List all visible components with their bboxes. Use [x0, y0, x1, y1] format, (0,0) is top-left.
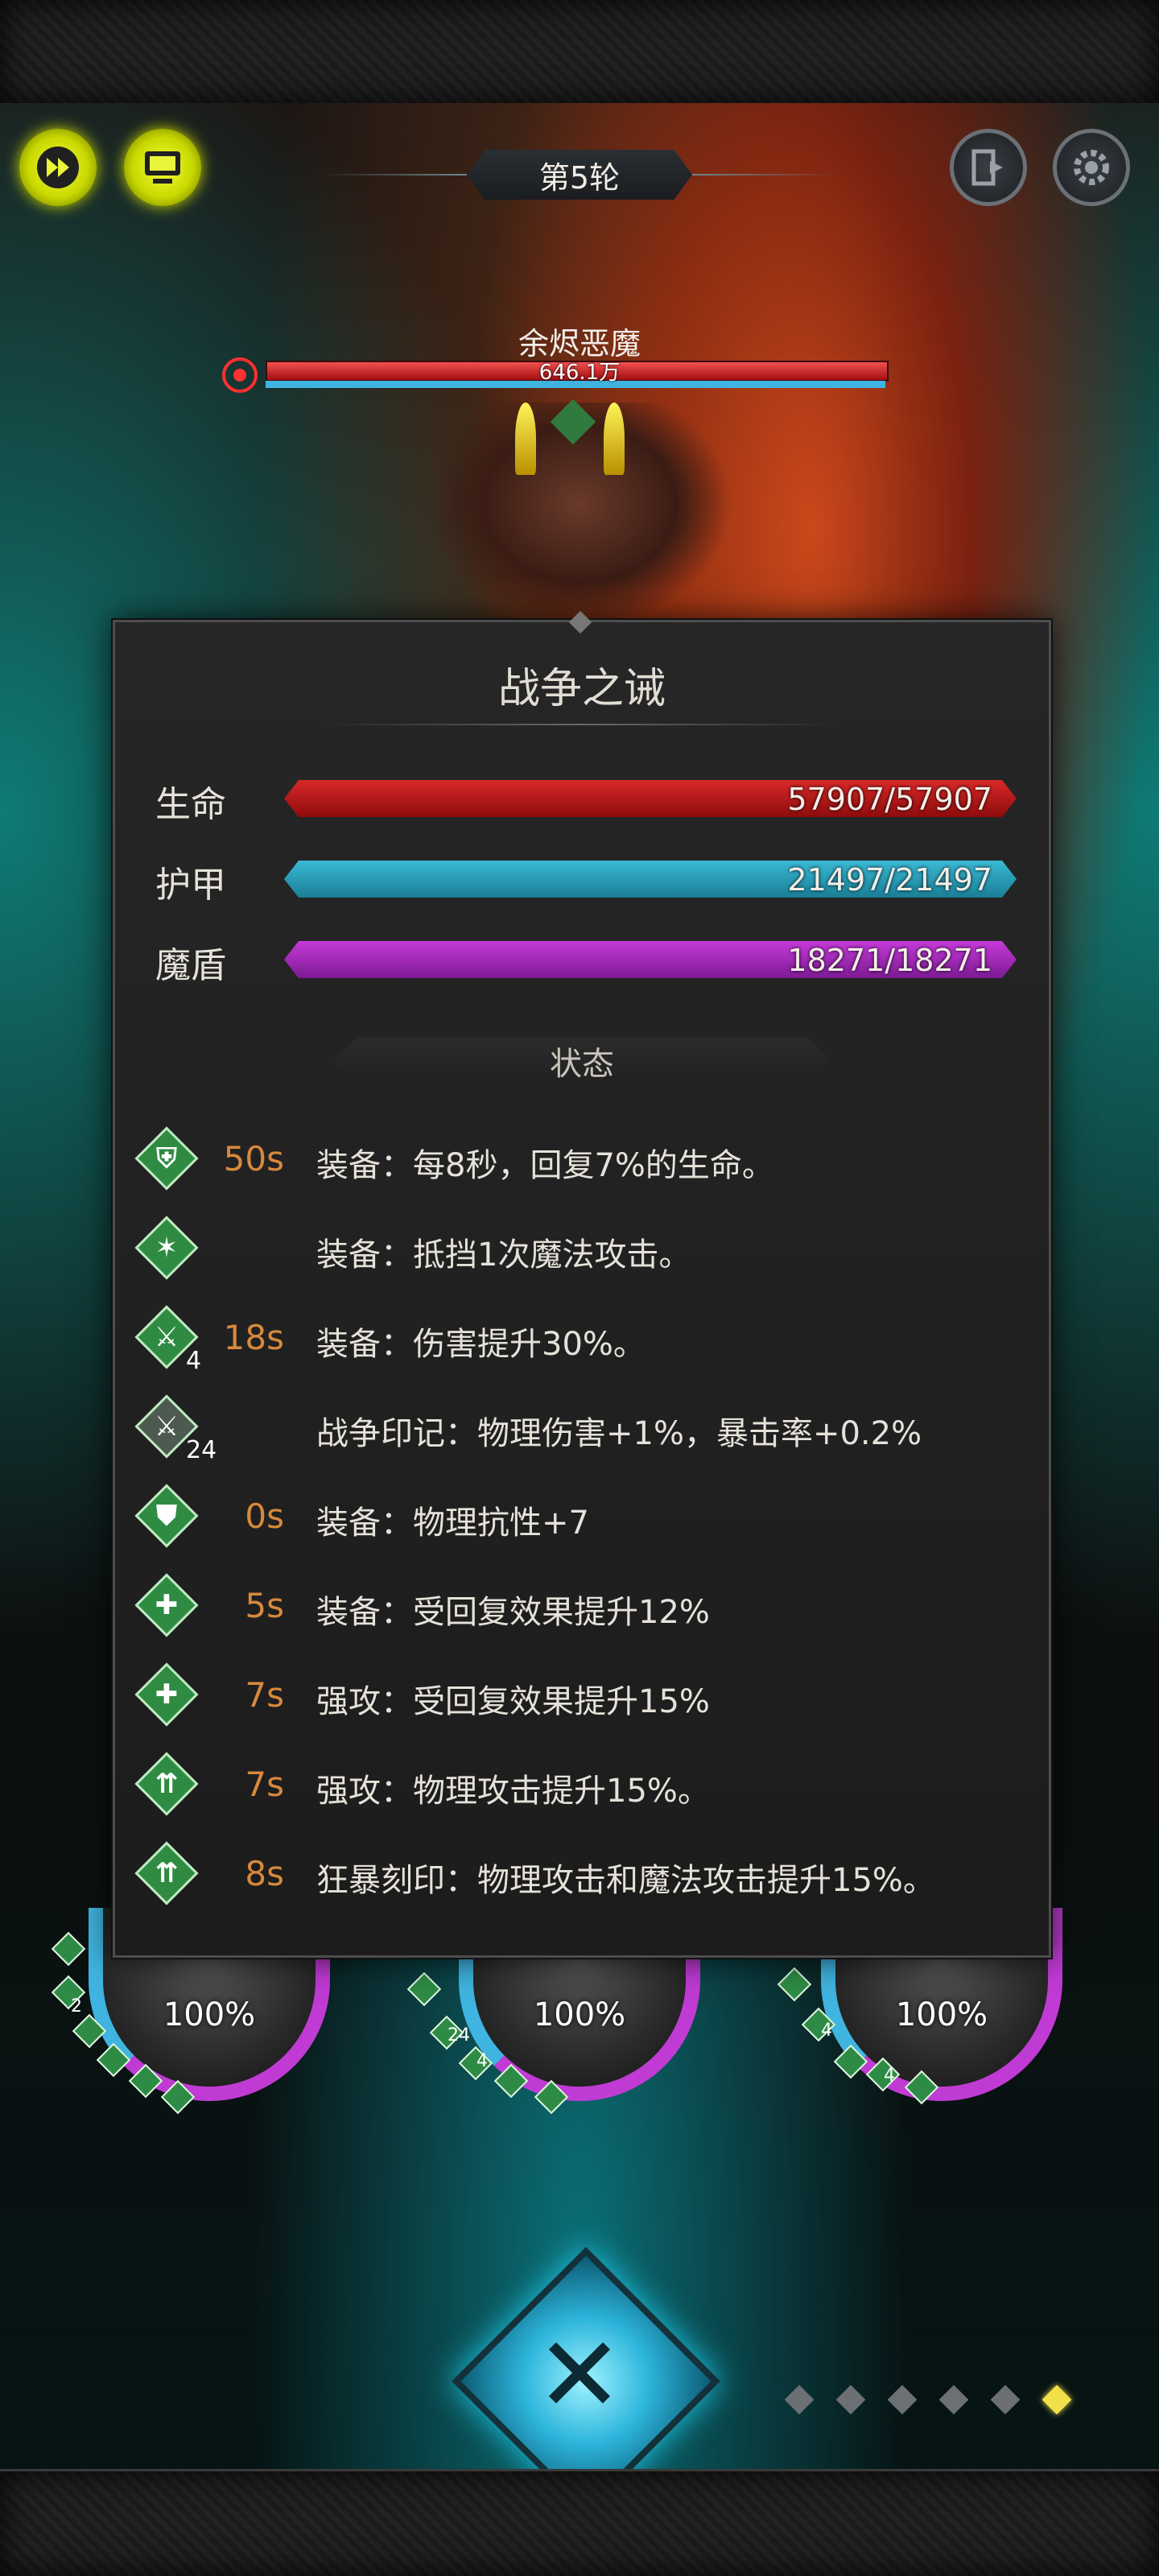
- round-label: 第5轮: [538, 159, 621, 196]
- page-dot-active[interactable]: [1041, 2384, 1072, 2415]
- hero-percent: 100%: [163, 1996, 256, 2033]
- status-stack: 24: [186, 1436, 217, 1464]
- shield-heal-glyph: ⛨: [156, 1142, 177, 1174]
- status-header-label: 状态: [550, 1046, 614, 1083]
- page-dot[interactable]: [784, 2384, 815, 2415]
- status-row[interactable]: ⇈ 8s 狂暴刻印：物理攻击和魔法攻击提升15%。: [115, 1841, 1049, 1909]
- status-row[interactable]: ⇈ 7s 强攻：物理攻击提升15%。: [115, 1752, 1049, 1819]
- title-divider: [324, 724, 839, 725]
- hero-buff-count: 2: [71, 1996, 82, 2017]
- status-row[interactable]: ⚔ 4 18s 装备：伤害提升30%。: [115, 1305, 1049, 1375]
- magic-shield-label: 魔盾: [155, 945, 226, 986]
- hp-value: 57907/57907: [787, 782, 992, 817]
- unit-detail-modal: 战争之诫 生命 57907/57907 护甲 21497/21497 魔盾 18…: [113, 610, 1051, 1958]
- page-dot[interactable]: [990, 2384, 1021, 2415]
- status-text: 装备：抵挡1次魔法攻击。: [316, 1236, 691, 1274]
- status-row[interactable]: ✚ 5s 装备：受回复效果提升12%: [115, 1573, 1049, 1641]
- hero-buff-count: 4: [884, 2066, 895, 2086]
- status-header: 状态: [332, 1037, 831, 1085]
- status-stack: 4: [186, 1347, 202, 1375]
- status-timer: 18s: [223, 1318, 284, 1357]
- horn-left: [515, 402, 536, 475]
- gear-icon: [1074, 150, 1109, 185]
- status-row[interactable]: ✶ 装备：抵挡1次魔法攻击。: [115, 1216, 1049, 1283]
- hp-bar: 57907/57907: [284, 780, 1017, 817]
- damage-up-glyph: ⚔: [154, 1321, 179, 1353]
- modal-title: 战争之诫: [497, 665, 666, 713]
- fast-forward-icon: [37, 147, 79, 188]
- status-text: 装备：受回复效果提升12%: [316, 1594, 710, 1631]
- status-timer: 5s: [245, 1586, 284, 1625]
- fast-forward-button[interactable]: [19, 129, 97, 206]
- hero-buff-count: 24: [448, 2025, 470, 2046]
- armor-label: 护甲: [155, 865, 226, 906]
- ribbon-line-left: [322, 174, 467, 175]
- bottom-border: [0, 2469, 1159, 2576]
- boss-hp-text: 646.1万: [538, 361, 621, 385]
- status-timer: 7s: [245, 1675, 284, 1715]
- heal-up-glyph: ✚: [155, 1678, 179, 1711]
- war-mark-glyph: ⚔: [154, 1410, 179, 1443]
- magic-shield-bar: 18271/18271: [284, 941, 1017, 978]
- armor-bar: 21497/21497: [284, 861, 1017, 898]
- status-text: 装备：物理抗性+7: [316, 1505, 589, 1542]
- status-text: 战争印记：物理伤害+1%，暴击率+0.2%: [316, 1415, 922, 1452]
- round-indicator: 第5轮: [467, 150, 692, 200]
- hp-label: 生命: [155, 784, 226, 825]
- auto-battle-button[interactable]: [124, 129, 201, 206]
- status-timer: 8s: [245, 1854, 284, 1893]
- page-indicator: [784, 2384, 1072, 2415]
- status-timer: 7s: [245, 1765, 284, 1804]
- page-dot[interactable]: [887, 2384, 918, 2415]
- top-border: [0, 0, 1159, 105]
- hero-buff-count: 4: [821, 2021, 832, 2041]
- status-row[interactable]: ⛨ 50s 装备：每8秒，回复7%的生命。: [115, 1126, 1049, 1194]
- exit-button[interactable]: [950, 129, 1027, 206]
- magic-block-glyph: ✶: [155, 1232, 179, 1264]
- status-text: 狂暴刻印：物理攻击和魔法攻击提升15%。: [316, 1862, 935, 1899]
- page-dot[interactable]: [938, 2384, 969, 2415]
- heal-up-glyph: ✚: [155, 1589, 179, 1621]
- ribbon-line-right: [692, 174, 837, 175]
- status-timer: 50s: [223, 1139, 284, 1179]
- settings-button[interactable]: [1053, 129, 1130, 206]
- exit-door-icon: [971, 149, 1003, 186]
- status-row[interactable]: ⚔ 24 战争印记：物理伤害+1%，暴击率+0.2%: [115, 1394, 1049, 1464]
- page-dot[interactable]: [835, 2384, 866, 2415]
- hero-buff-count: 4: [476, 2051, 488, 2071]
- monitor-icon: [145, 151, 180, 184]
- attack-up-glyph: ⇈: [155, 1857, 179, 1889]
- status-text: 强攻：物理攻击提升15%。: [316, 1773, 710, 1810]
- hero-percent: 100%: [533, 1996, 626, 2033]
- status-text: 装备：伤害提升30%。: [316, 1326, 645, 1363]
- status-row[interactable]: ✚ 7s 强攻：受回复效果提升15%: [115, 1662, 1049, 1730]
- status-text: 装备：每8秒，回复7%的生命。: [316, 1147, 774, 1184]
- hero-percent: 100%: [895, 1996, 988, 2033]
- close-icon: ✕: [535, 2314, 624, 2436]
- armor-value: 21497/21497: [787, 862, 992, 898]
- magic-shield-value: 18271/18271: [787, 943, 992, 978]
- status-text: 强攻：受回复效果提升15%: [316, 1683, 710, 1720]
- attack-up-glyph: ⇈: [155, 1768, 179, 1800]
- shield-glyph: ⛊: [156, 1500, 177, 1532]
- status-timer: 0s: [245, 1496, 284, 1536]
- status-row[interactable]: ⛊ 0s 装备：物理抗性+7: [115, 1484, 1049, 1551]
- horn-right: [604, 402, 625, 475]
